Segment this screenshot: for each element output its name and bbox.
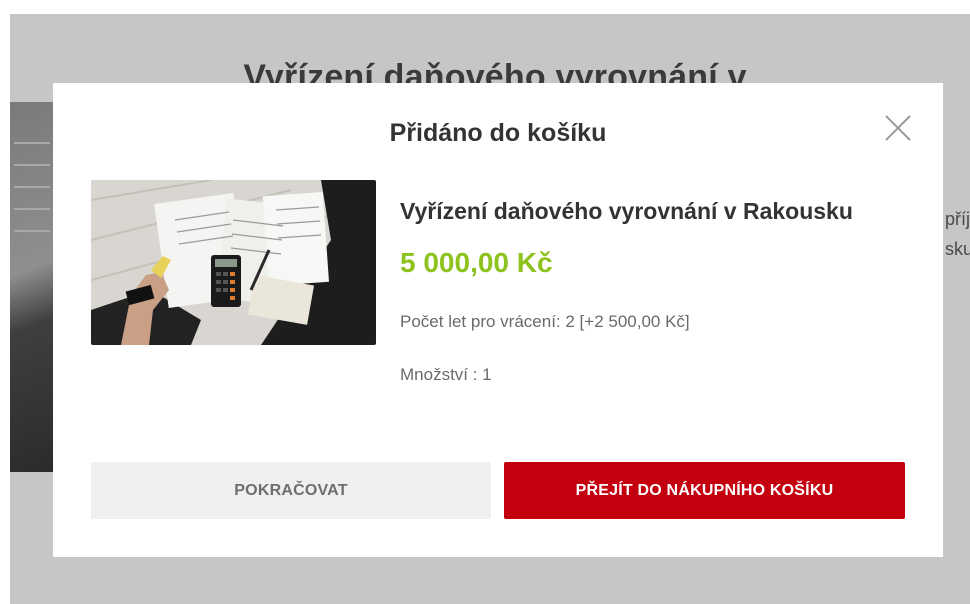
product-quantity: Množství : 1 bbox=[400, 365, 492, 384]
modal-title: Přidáno do košíku bbox=[389, 119, 607, 147]
product-option: Počet let pro vrácení: 2 [+2 500,00 Kč] bbox=[400, 312, 690, 331]
background-product-photo bbox=[10, 102, 54, 472]
product-price: 5 000,00 Kč bbox=[400, 247, 553, 278]
product-name[interactable]: Vyřízení daňového vyrovnání v Rakousku bbox=[400, 198, 853, 225]
product-image[interactable] bbox=[91, 180, 376, 345]
close-icon[interactable] bbox=[880, 110, 916, 146]
continue-shopping-button[interactable]: POKRAČOVAT bbox=[91, 462, 491, 519]
background-side-text: sku bbox=[945, 239, 970, 259]
background-side-text: příj bbox=[945, 209, 970, 229]
added-to-cart-modal: Přidáno do košíku Vyřízení daňového vyro… bbox=[53, 83, 943, 557]
go-to-cart-button[interactable]: PŘEJÍT DO NÁKUPNÍHO KOŠÍKU bbox=[504, 462, 905, 519]
